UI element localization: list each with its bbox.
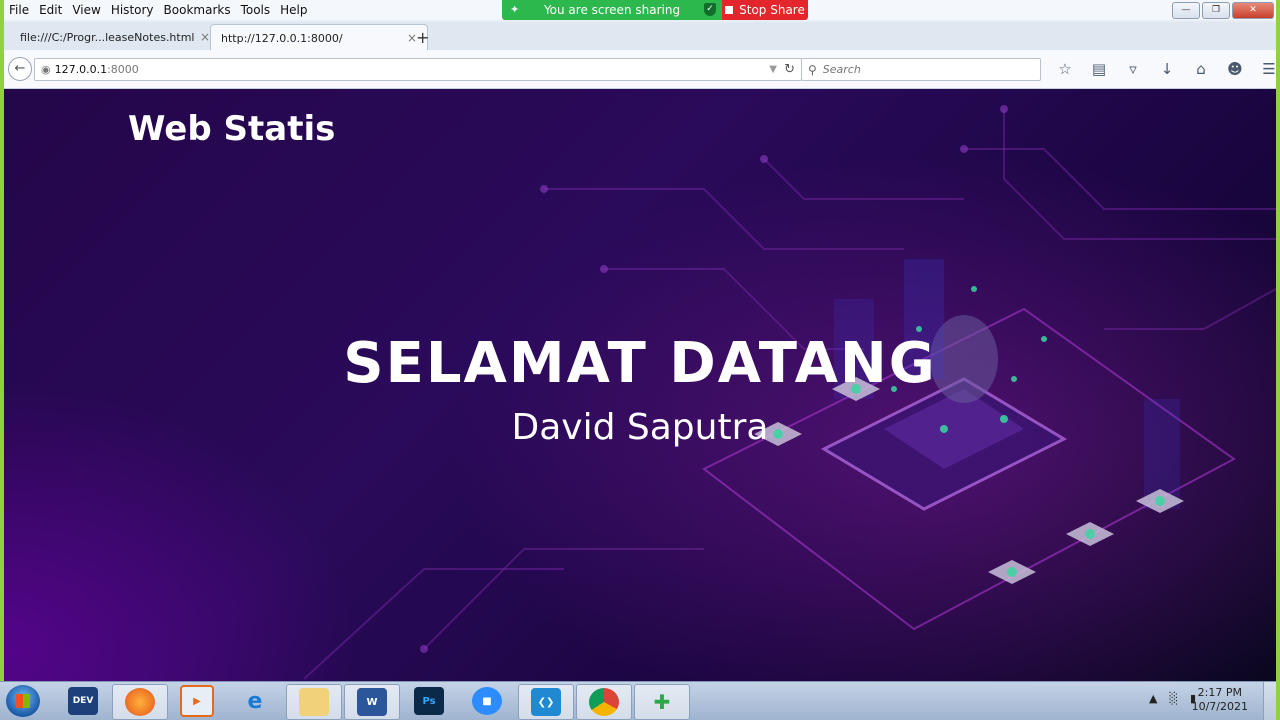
zoom-icon: ■ <box>472 687 502 715</box>
window-controls: — ❐ ✕ <box>1172 2 1274 19</box>
system-tray: ▲ ░ ▮ <box>1149 692 1196 705</box>
menu-help[interactable]: Help <box>275 3 312 17</box>
network-icon[interactable]: ░ <box>1169 692 1177 705</box>
menu-tools[interactable]: Tools <box>236 3 276 17</box>
taskbar-vscode[interactable]: ❮❯ <box>518 684 574 720</box>
close-window-button[interactable]: ✕ <box>1232 2 1274 19</box>
minimize-button[interactable]: — <box>1172 2 1200 19</box>
search-input[interactable] <box>820 62 1025 77</box>
new-tab-button[interactable]: + <box>416 28 429 47</box>
url-dropdown-icon[interactable]: ▼ <box>769 64 777 75</box>
reload-icon[interactable]: ↻ <box>784 62 795 77</box>
home-icon[interactable]: ⌂ <box>1184 58 1218 80</box>
taskbar-media-player[interactable]: ▶ <box>170 684 224 718</box>
reading-list-icon[interactable]: ▤ <box>1082 58 1116 80</box>
menu-view[interactable]: View <box>67 3 105 17</box>
media-player-icon: ▶ <box>180 685 214 717</box>
tab-title: file:///C:/Progr...leaseNotes.html <box>20 30 195 44</box>
taskbar-chrome[interactable] <box>576 684 632 720</box>
taskbar-photoshop[interactable]: Ps <box>402 684 456 718</box>
search-icon: ⚲ <box>808 62 817 77</box>
green-app-icon: ✚ <box>653 690 671 714</box>
windows-logo-icon <box>16 694 30 708</box>
clock-date: 10/7/2021 <box>1191 700 1248 713</box>
firefox-icon <box>125 688 155 716</box>
back-button[interactable]: ← <box>8 57 32 81</box>
url-bar[interactable]: ◉ 127.0.0.1:8000 ▼ ↻ <box>34 58 802 81</box>
url-host: 127.0.0.1 <box>54 63 108 76</box>
menu-edit[interactable]: Edit <box>34 3 67 17</box>
hamburger-menu-icon[interactable]: ☰ <box>1252 58 1280 80</box>
stop-share-button[interactable]: Stop Share <box>722 0 808 20</box>
browser-window: File Edit View History Bookmarks Tools H… <box>4 0 1276 719</box>
sharing-status-text: You are screen sharing <box>543 3 681 17</box>
taskbar-firefox[interactable] <box>112 684 168 720</box>
chrome-icon <box>589 688 619 716</box>
download-icon[interactable]: ↓ <box>1150 58 1184 80</box>
hero-subtitle: David Saputra <box>511 407 769 448</box>
show-desktop-button[interactable] <box>1263 682 1276 720</box>
menu-file[interactable]: File <box>4 3 34 17</box>
taskbar-zoom[interactable]: ■ <box>460 684 514 718</box>
tab-title: http://127.0.0.1:8000/ <box>221 31 343 45</box>
vscode-icon: ❮❯ <box>531 688 561 716</box>
windows-taskbar: DEV ▶ e W Ps ■ ❮❯ ✚ ▲ ░ ▮ 2:17 PM 10/7/2… <box>0 681 1276 720</box>
stop-icon <box>725 6 734 14</box>
search-box[interactable]: ⚲ <box>801 58 1041 81</box>
menu-history[interactable]: History <box>106 3 159 17</box>
tab-strip: file:///C:/Progr...leaseNotes.html × htt… <box>4 22 1276 51</box>
tray-expand-icon[interactable]: ▲ <box>1149 692 1157 705</box>
taskbar-devcx[interactable]: DEV <box>56 684 110 718</box>
toolbar-icons: ☆ ▤ ▿ ↓ ⌂ ☻ ☰ <box>1048 58 1280 80</box>
folder-icon <box>299 688 329 716</box>
screen-sharing-banner: ✦ You are screen sharing ✓ <box>502 0 722 20</box>
bookmark-star-icon[interactable]: ☆ <box>1048 58 1082 80</box>
tab-release-notes[interactable]: file:///C:/Progr...leaseNotes.html × <box>10 24 220 50</box>
tab-close-icon[interactable]: × <box>200 30 210 44</box>
globe-icon: ◉ <box>41 63 51 76</box>
navigation-bar: ← ◉ 127.0.0.1:8000 ▼ ↻ ⚲ ☆ ▤ ▿ ↓ ⌂ ☻ ☰ <box>4 50 1276 89</box>
start-button[interactable] <box>6 685 40 717</box>
taskbar-word[interactable]: W <box>344 684 400 720</box>
menu-bookmarks[interactable]: Bookmarks <box>159 3 236 17</box>
stop-share-label: Stop Share <box>739 3 805 17</box>
word-icon: W <box>357 688 387 716</box>
taskbar-app-green[interactable]: ✚ <box>634 684 690 720</box>
shield-icon: ✓ <box>704 3 716 16</box>
sharing-leaf-icon: ✦ <box>510 3 520 16</box>
pocket-icon[interactable]: ▿ <box>1116 58 1150 80</box>
hero-title: SELAMAT DATANG <box>343 331 937 396</box>
taskbar-file-explorer[interactable] <box>286 684 342 720</box>
devcx-icon: DEV <box>68 687 98 715</box>
photoshop-icon: Ps <box>414 687 444 715</box>
clock-time: 2:17 PM <box>1197 686 1242 699</box>
taskbar-internet-explorer[interactable]: e <box>228 684 282 718</box>
url-port: :8000 <box>107 63 139 76</box>
internet-explorer-icon: e <box>247 688 263 714</box>
restore-button[interactable]: ❐ <box>1202 2 1230 19</box>
chat-icon[interactable]: ☻ <box>1218 58 1252 80</box>
tab-localhost[interactable]: http://127.0.0.1:8000/ × <box>210 24 428 51</box>
site-brand[interactable]: Web Statis <box>128 109 335 149</box>
page-content: Web Statis SELAMAT DATANG David Saputra <box>4 89 1276 681</box>
taskbar-clock[interactable]: 2:17 PM 10/7/2021 <box>1192 686 1248 714</box>
